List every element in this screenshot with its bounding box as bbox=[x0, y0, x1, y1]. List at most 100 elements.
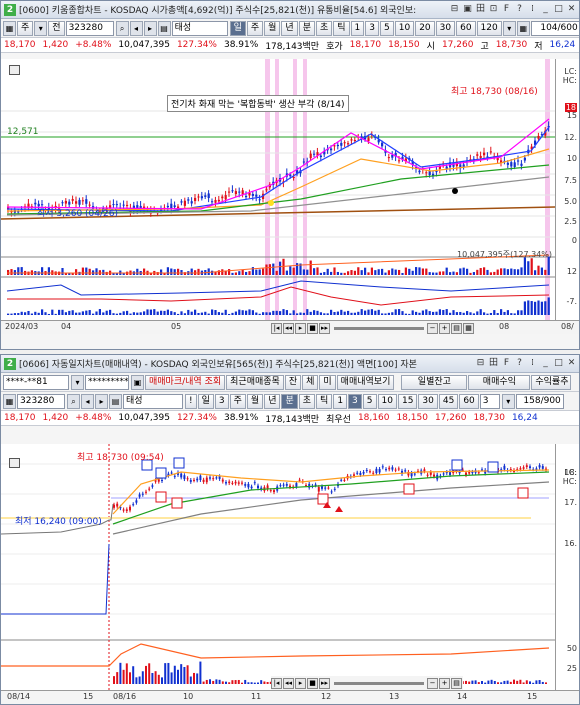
nav-play-icon[interactable]: ▸ bbox=[295, 677, 306, 689]
stock-code-input[interactable]: 323280 bbox=[17, 393, 65, 409]
menu-icon[interactable]: ⁞ bbox=[527, 358, 538, 369]
fullscreen-icon[interactable]: ⊡ bbox=[488, 4, 499, 15]
mode-select[interactable]: 주 bbox=[17, 20, 34, 36]
nav-stop-icon[interactable]: ■ bbox=[307, 322, 318, 334]
grid-icon[interactable]: ▦ bbox=[3, 20, 16, 36]
favorite-icon[interactable]: ▤ bbox=[109, 393, 122, 409]
flag-icon[interactable]: F bbox=[501, 358, 512, 369]
trade-mark-query-tab[interactable]: 매매마크/내역 조회 bbox=[145, 374, 226, 390]
chevron-down-icon[interactable]: ▾ bbox=[71, 374, 84, 390]
chevron-down-icon[interactable]: ▾ bbox=[502, 20, 516, 36]
minute-120[interactable]: 120 bbox=[476, 20, 502, 36]
close-icon[interactable]: ✕ bbox=[566, 4, 577, 15]
alert-button[interactable]: ! bbox=[185, 393, 197, 409]
search-icon[interactable]: ⌕ bbox=[67, 393, 80, 409]
nav-play-icon[interactable]: ▸ bbox=[295, 322, 306, 334]
news-label[interactable]: 전기차 화재 막는 '복합동박' 생산 부각 (8/14) bbox=[167, 95, 349, 112]
zoom-slider[interactable] bbox=[334, 326, 424, 330]
pending-button[interactable]: 미 bbox=[319, 374, 336, 390]
close-icon[interactable]: ✕ bbox=[566, 358, 577, 369]
period-year[interactable]: 년 bbox=[264, 393, 281, 409]
trade-profit-button[interactable]: 매매수익 bbox=[468, 374, 531, 390]
period-month[interactable]: 월 bbox=[264, 20, 281, 36]
zoom-out-icon[interactable]: − bbox=[427, 677, 438, 689]
period-minute[interactable]: 분 bbox=[281, 393, 298, 409]
minute-45[interactable]: 45 bbox=[438, 393, 459, 409]
minute-3[interactable]: 3 bbox=[348, 393, 362, 409]
period-minute[interactable]: 분 bbox=[298, 20, 315, 36]
top-price-chart[interactable]: 전기차 화재 막는 '복합동박' 생산 부각 (8/14) 최고 18,730 … bbox=[1, 59, 579, 334]
flag-icon[interactable]: F bbox=[501, 4, 512, 15]
return-trend-button[interactable]: 수익률추 bbox=[531, 374, 572, 390]
account-field[interactable]: ****-**81 bbox=[3, 374, 69, 390]
period-day[interactable]: 일 bbox=[229, 20, 246, 36]
search-icon[interactable]: ⌕ bbox=[115, 20, 129, 36]
minute-10[interactable]: 10 bbox=[377, 393, 397, 409]
count-field[interactable]: 158/900 bbox=[515, 393, 564, 409]
stock-name-field[interactable]: 태성 bbox=[123, 393, 183, 409]
minimize-icon[interactable]: _ bbox=[540, 4, 551, 15]
count-field[interactable]: 104/600 bbox=[530, 20, 579, 36]
help-icon[interactable]: ? bbox=[514, 358, 525, 369]
minute-60[interactable]: 60 bbox=[456, 20, 476, 36]
top-title-bar[interactable]: 2 [0600] 키움종합차트 - KOSDAQ 시가총액[4,692(억)] … bbox=[1, 1, 579, 19]
config-icon[interactable]: ▦ bbox=[516, 20, 530, 36]
link-icon[interactable]: ⊟ bbox=[475, 358, 486, 369]
chart-menu-icon[interactable] bbox=[9, 65, 20, 75]
speaker-icon[interactable]: ◂ bbox=[81, 393, 94, 409]
chevron-down-icon[interactable]: ▾ bbox=[34, 20, 48, 36]
stock-code-input[interactable]: 323280 bbox=[65, 20, 114, 36]
trade-history-button[interactable]: 매매내역보기 bbox=[336, 374, 395, 390]
minute-1[interactable]: 1 bbox=[350, 20, 365, 36]
maximize-icon[interactable]: □ bbox=[553, 4, 564, 15]
maximize-icon[interactable]: □ bbox=[553, 358, 564, 369]
period-n-select[interactable]: 3 bbox=[214, 393, 229, 409]
nav-stop-icon[interactable]: ■ bbox=[307, 677, 318, 689]
layout-icon[interactable]: ▤ bbox=[451, 677, 462, 689]
bottom-price-chart[interactable]: 최고 18,730 (09:54) 최저 16,240 (09:00) LC: … bbox=[1, 444, 579, 704]
period-week[interactable]: 주 bbox=[229, 393, 246, 409]
stock-name-field[interactable]: 태성 bbox=[171, 20, 228, 36]
nav-prev-icon[interactable]: ◂◂ bbox=[283, 677, 294, 689]
favorite-icon[interactable]: ▤ bbox=[157, 20, 171, 36]
speaker-icon[interactable]: ◂ bbox=[129, 20, 143, 36]
minute-5[interactable]: 5 bbox=[380, 20, 394, 36]
period-tick[interactable]: 틱 bbox=[316, 393, 333, 409]
minute-30[interactable]: 30 bbox=[435, 20, 456, 36]
arrow-icon[interactable]: ▸ bbox=[143, 20, 157, 36]
zoom-in-icon[interactable]: + bbox=[439, 322, 450, 334]
print-icon[interactable]: ▦ bbox=[463, 322, 474, 334]
pin-icon[interactable]: 田 bbox=[488, 358, 499, 369]
lock-icon[interactable]: ▣ bbox=[131, 374, 144, 390]
zoom-out-icon[interactable]: − bbox=[427, 322, 438, 334]
nav-first-icon[interactable]: |◂ bbox=[271, 677, 282, 689]
minute-3[interactable]: 3 bbox=[365, 20, 379, 36]
bottom-chart-canvas[interactable] bbox=[1, 444, 555, 690]
nav-first-icon[interactable]: |◂ bbox=[271, 322, 282, 334]
minute-5[interactable]: 5 bbox=[362, 393, 377, 409]
minute-20[interactable]: 20 bbox=[415, 20, 435, 36]
zoom-in-icon[interactable]: + bbox=[439, 677, 450, 689]
period-second[interactable]: 초 bbox=[298, 393, 316, 409]
period-tick[interactable]: 틱 bbox=[333, 20, 350, 36]
daily-balance-button[interactable]: 일별잔고 bbox=[401, 374, 468, 390]
layout-icon[interactable]: ▤ bbox=[451, 322, 462, 334]
period-week[interactable]: 주 bbox=[246, 20, 264, 36]
arrow-icon[interactable]: ▸ bbox=[95, 393, 108, 409]
help-icon[interactable]: ? bbox=[514, 4, 525, 15]
link-icon[interactable]: ⊟ bbox=[449, 4, 460, 15]
minute-1[interactable]: 1 bbox=[333, 393, 348, 409]
period-year[interactable]: 년 bbox=[281, 20, 298, 36]
minimize-icon[interactable]: _ bbox=[540, 358, 551, 369]
balance-button[interactable]: 잔 bbox=[284, 374, 302, 390]
bottom-title-bar[interactable]: 2 [0606] 자동일지차트(매매내역) - KOSDAQ 외국인보유[565… bbox=[1, 355, 579, 373]
chevron-down-icon[interactable]: ▾ bbox=[501, 393, 515, 409]
executed-button[interactable]: 체 bbox=[302, 374, 319, 390]
nav-next-icon[interactable]: ▸▸ bbox=[319, 677, 330, 689]
period-second[interactable]: 초 bbox=[315, 20, 333, 36]
chart-menu-icon[interactable] bbox=[9, 458, 20, 468]
minute-select[interactable]: 3 bbox=[479, 393, 500, 409]
minute-15[interactable]: 15 bbox=[397, 393, 418, 409]
jeon-button[interactable]: 전 bbox=[48, 20, 65, 36]
lock-icon[interactable]: ▣ bbox=[462, 4, 473, 15]
